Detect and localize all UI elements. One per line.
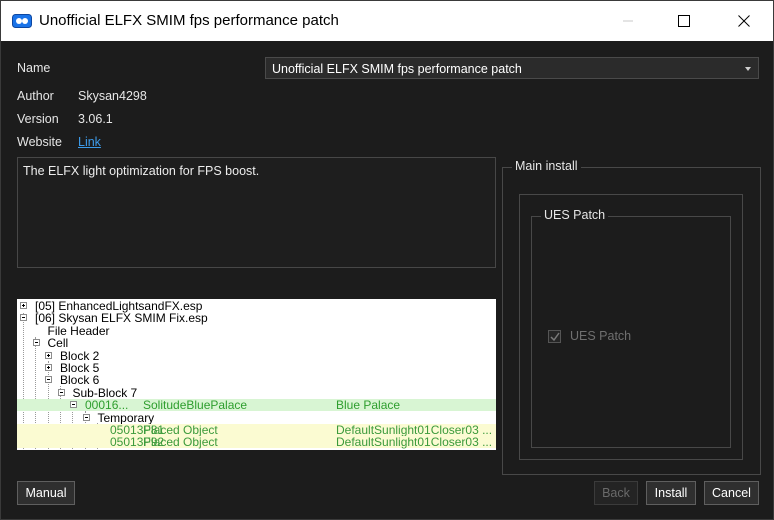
back-button[interactable]: Back — [594, 481, 638, 505]
tree-row-label: File Header — [47, 323, 110, 338]
title-bar[interactable]: Unofficial ELFX SMIM fps performance pat… — [1, 1, 773, 41]
expand-icon[interactable] — [20, 302, 27, 309]
close-icon — [738, 15, 750, 27]
version-value: 3.06.1 — [78, 112, 113, 126]
description-box: The ELFX light optimization for FPS boos… — [17, 157, 496, 268]
ues-patch-checkbox[interactable] — [548, 330, 561, 343]
tree-row-col2: Placed Object — [143, 423, 218, 437]
ues-patch-option-label: UES Patch — [570, 329, 632, 343]
tree-row-col3: DefaultSunlight01Closer03 ... — [336, 435, 493, 450]
expand-icon[interactable] — [45, 364, 52, 371]
collapse-icon[interactable] — [82, 413, 90, 421]
chevron-down-icon — [745, 67, 751, 71]
collapse-icon[interactable] — [57, 388, 65, 396]
tree-row-col2: Placed Object — [143, 435, 218, 450]
tree-row[interactable]: Cell — [17, 337, 496, 349]
close-button[interactable] — [721, 1, 767, 41]
plugin-tree-view[interactable]: [05] EnhancedLightsandFX.esp [06] Skysan … — [17, 299, 496, 450]
expand-icon[interactable] — [45, 351, 52, 359]
maximize-icon — [678, 15, 690, 27]
tree-row[interactable]: Block 6 — [17, 374, 496, 386]
tree-row-label: [06] Skysan ELFX SMIM Fix.esp — [35, 311, 208, 326]
app-icon — [12, 14, 32, 28]
name-select[interactable]: Unofficial ELFX SMIM fps performance pat… — [265, 57, 759, 79]
version-label: Version — [17, 112, 59, 126]
collapse-icon[interactable] — [45, 376, 52, 384]
tree-row[interactable]: 05013F92 Placed Object DefaultSunlight01Cl… — [17, 435, 496, 450]
collapse-icon[interactable] — [32, 339, 40, 347]
tree-row-label: Block 5 — [60, 361, 100, 375]
name-select-value: Unofficial ELFX SMIM fps performance pat… — [272, 62, 522, 76]
ues-patch-group-title: UES Patch — [541, 208, 609, 222]
tree-row-label: Sub-Block 7 — [72, 385, 138, 400]
tree-row[interactable]: 00016... SolitudeBluePalace Blue Palace — [17, 398, 496, 413]
main-install-title: Main install — [512, 159, 581, 173]
minimize-button[interactable] — [605, 1, 651, 41]
tree-row-col2: SolitudeBluePalace — [143, 398, 248, 413]
minimize-icon — [623, 20, 633, 22]
tree-row-label: Cell — [47, 336, 69, 351]
tree-row[interactable]: [05] EnhancedLightsandFX.esp — [17, 300, 496, 312]
author-label: Author — [17, 89, 54, 103]
tree-row-label: 00016... — [85, 398, 129, 413]
author-value: Skysan4298 — [78, 89, 147, 103]
cancel-button[interactable]: Cancel — [704, 481, 759, 505]
website-label: Website — [17, 135, 62, 149]
description-text: The ELFX light optimization for FPS boos… — [23, 164, 260, 178]
name-label: Name — [17, 61, 51, 75]
tree-row[interactable]: Block 5 — [17, 362, 496, 374]
tree-row[interactable]: 05013F81 Placed Object DefaultSunlight01Cl… — [17, 424, 496, 436]
installer-window: Unofficial ELFX SMIM fps performance pat… — [0, 0, 774, 520]
tree-row-col3: Blue Palace — [336, 398, 401, 413]
tree-row[interactable]: File Header — [17, 325, 496, 337]
tree-row-label: Temporary — [97, 410, 155, 425]
install-button[interactable]: Install — [646, 481, 696, 505]
manual-button[interactable]: Manual — [17, 481, 75, 505]
tree-row[interactable]: [06] Skysan ELFX SMIM Fix.esp — [17, 312, 496, 324]
tree-row[interactable]: Block 2 — [17, 350, 496, 362]
tree-row[interactable]: Temporary — [17, 412, 496, 424]
website-link[interactable]: Link — [78, 135, 101, 149]
window-title: Unofficial ELFX SMIM fps performance pat… — [39, 12, 339, 29]
collapse-icon[interactable] — [20, 314, 27, 322]
tree-row-label: [05] EnhancedLightsandFX.esp — [35, 299, 203, 313]
collapse-icon[interactable] — [70, 401, 77, 409]
tree-row-col3: DefaultSunlight01Closer03 ... — [336, 423, 493, 437]
tree-row[interactable]: Sub-Block 7 — [17, 387, 496, 399]
maximize-button[interactable] — [661, 1, 707, 41]
checkmark-icon — [550, 332, 560, 342]
tree-row-label: Block 2 — [60, 348, 100, 363]
tree-row-label: Block 6 — [60, 373, 100, 388]
